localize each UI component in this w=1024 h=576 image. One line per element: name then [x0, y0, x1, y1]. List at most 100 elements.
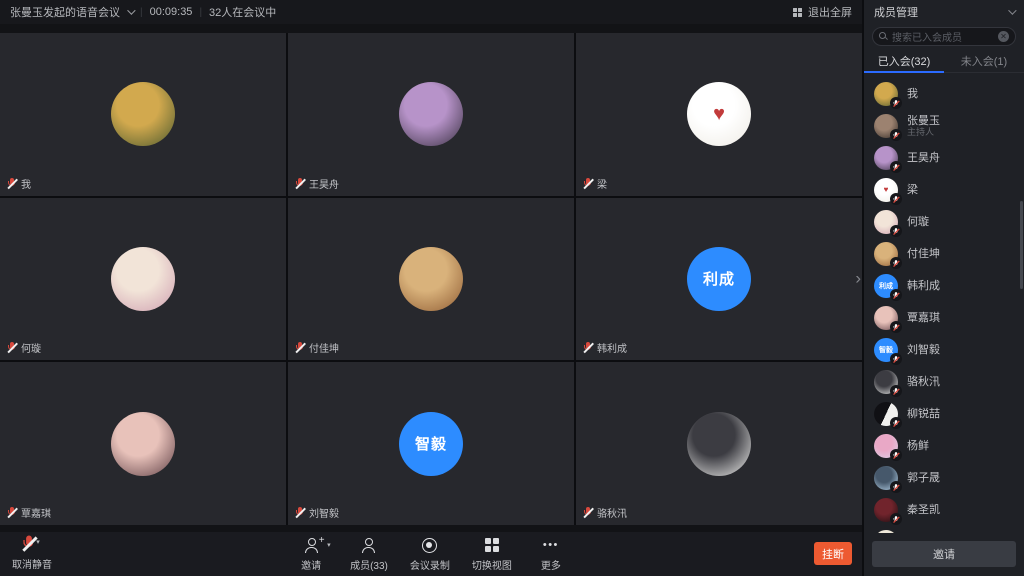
unmute-button[interactable]: ▾ 取消静音 [12, 536, 52, 571]
participant-avatar [399, 247, 463, 311]
video-tile[interactable]: 我 [0, 33, 286, 196]
participant-avatar [399, 82, 463, 146]
muted-mic-icon [22, 536, 37, 552]
chevron-down-icon[interactable]: ▾ [36, 539, 40, 546]
member-list-item[interactable]: 柳锐喆 [864, 398, 1024, 430]
mic-status-badge [890, 449, 902, 461]
mic-status-badge [890, 225, 902, 237]
toolbar-button-layout[interactable]: 切换视图 [472, 537, 512, 572]
next-page-arrow[interactable]: › [855, 270, 861, 287]
toolbar-button-members[interactable]: 成员(33) [350, 537, 388, 572]
muted-mic-icon [583, 342, 593, 353]
muted-mic-icon [7, 342, 17, 353]
member-search-input[interactable]: 搜索已入会成员 ✕ [872, 27, 1016, 46]
clear-search-icon[interactable]: ✕ [998, 31, 1009, 42]
muted-mic-icon [893, 484, 899, 491]
member-avatar [874, 306, 898, 330]
separator: | [199, 7, 202, 18]
participant-avatar [111, 247, 175, 311]
member-name: 刘智毅 [907, 344, 940, 357]
muted-mic-icon [893, 292, 899, 299]
participant-name: 付佳坤 [309, 340, 339, 355]
video-tile[interactable]: 骆秋汛 [576, 362, 862, 525]
muted-mic-icon [893, 164, 899, 171]
exit-fullscreen-button[interactable]: 退出全屏 [793, 4, 852, 20]
member-list-item[interactable]: 利成 韩利成 [864, 270, 1024, 302]
member-avatar [874, 466, 898, 490]
member-name: 王昊舟 [907, 152, 940, 165]
toolbar-button-invite[interactable]: +▾邀请 [294, 537, 328, 572]
search-icon [879, 32, 888, 41]
chevron-down-icon[interactable]: ▾ [327, 542, 331, 549]
mic-status-badge [890, 161, 902, 173]
member-avatar [874, 210, 898, 234]
member-list-item[interactable] [864, 526, 1024, 533]
exit-fullscreen-label: 退出全屏 [808, 4, 852, 20]
meeting-window: 张曼玉发起的语音会议 | 00:09:35 | 32人在会议中 退出全屏 我 王… [0, 0, 1024, 576]
tab-joined[interactable]: 已入会(32) [864, 52, 944, 72]
member-avatar [874, 402, 898, 426]
video-tile[interactable]: 智毅 刘智毅 [288, 362, 574, 525]
member-list-item[interactable]: 我 [864, 78, 1024, 110]
member-list-item[interactable]: 智毅 刘智毅 [864, 334, 1024, 366]
person-icon [361, 538, 376, 553]
video-tile[interactable]: 何璇 [0, 198, 286, 361]
participant-name: 刘智毅 [309, 505, 339, 520]
member-list-item[interactable]: 付佳坤 [864, 238, 1024, 270]
video-tile[interactable]: 覃嘉琪 [0, 362, 286, 525]
member-list-item[interactable]: 王昊舟 [864, 142, 1024, 174]
toolbar-button-label: 邀请 [301, 557, 321, 572]
video-tile[interactable]: 王昊舟 [288, 33, 574, 196]
video-grid-area: 我 王昊舟 ♥ 梁 何璇 付佳坤 利成 韩利成 [0, 24, 862, 532]
chevron-down-icon[interactable] [127, 6, 135, 14]
tab-not-joined[interactable]: 未入会(1) [944, 52, 1024, 72]
member-tabs: 已入会(32) 未入会(1) [864, 52, 1024, 73]
invite-button[interactable]: 邀请 [872, 541, 1016, 567]
chevron-down-icon[interactable] [1008, 6, 1016, 14]
mic-status-badge [890, 289, 902, 301]
participant-name: 我 [21, 176, 31, 191]
toolbar-button-label: 会议录制 [410, 557, 450, 572]
hangup-button[interactable]: 挂断 [814, 542, 852, 565]
member-list-item[interactable]: 郭子晟 [864, 462, 1024, 494]
meeting-title[interactable]: 张曼玉发起的语音会议 [10, 4, 120, 20]
member-name: 覃嘉琪 [907, 312, 940, 325]
member-list-item[interactable]: 秦圣凯 [864, 494, 1024, 526]
toolbar-button-record[interactable]: 会议录制 [410, 537, 450, 572]
muted-mic-icon [893, 420, 899, 427]
mic-status-badge [890, 353, 902, 365]
participant-avatar [687, 412, 751, 476]
muted-mic-icon [295, 342, 305, 353]
toolbar-button-more[interactable]: •••更多 [534, 537, 568, 572]
member-avatar [874, 530, 898, 533]
member-avatar [874, 242, 898, 266]
member-list-item[interactable]: 张曼玉 主持人 [864, 110, 1024, 142]
member-name: 张曼玉 [907, 115, 940, 128]
muted-mic-icon [295, 178, 305, 189]
member-name: 秦圣凯 [907, 504, 940, 517]
ellipsis-icon: ••• [543, 540, 559, 551]
member-list-item[interactable]: 骆秋汛 [864, 366, 1024, 398]
video-tile[interactable]: ♥ 梁 [576, 33, 862, 196]
muted-mic-icon [893, 132, 899, 139]
scrollbar-thumb[interactable] [1020, 201, 1023, 289]
mic-status-badge [890, 321, 902, 333]
toolbar-button-label: 成员(33) [350, 557, 388, 572]
member-list-item[interactable]: ♥ 梁 [864, 174, 1024, 206]
video-tile[interactable]: 利成 韩利成 [576, 198, 862, 361]
member-list-item[interactable]: 何璇 [864, 206, 1024, 238]
muted-mic-icon [893, 228, 899, 235]
member-name: 郭子晟 [907, 472, 940, 485]
member-name: 韩利成 [907, 280, 940, 293]
member-list-item[interactable]: 覃嘉琪 [864, 302, 1024, 334]
video-tile[interactable]: 付佳坤 [288, 198, 574, 361]
participant-avatar [111, 82, 175, 146]
member-avatar: 利成 [874, 274, 898, 298]
member-list-item[interactable]: 杨鲜 [864, 430, 1024, 462]
mic-status-badge [890, 417, 902, 429]
member-name: 我 [907, 88, 918, 101]
participant-avatar: ♥ [687, 82, 751, 146]
member-avatar: 智毅 [874, 338, 898, 362]
participant-name: 韩利成 [597, 340, 627, 355]
record-icon [422, 538, 437, 553]
